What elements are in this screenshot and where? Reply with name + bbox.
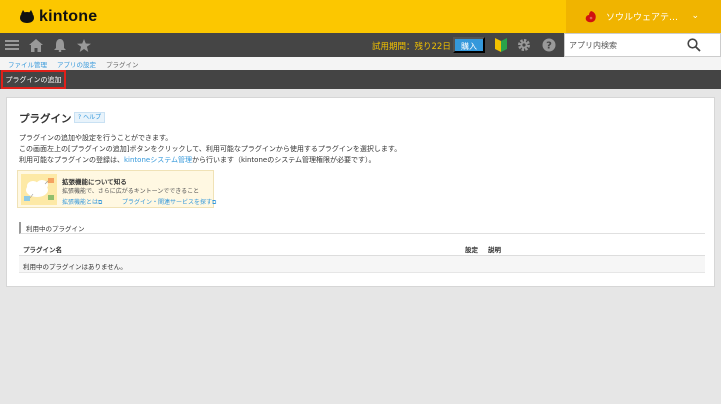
star-icon[interactable] [76,37,92,53]
search-input[interactable] [565,34,685,56]
bell-icon[interactable] [52,37,68,53]
find-plugins-link[interactable]: プラグイン・関連サービスを探す⧉ [122,197,216,207]
kintone-cat-icon [20,10,34,23]
gear-icon[interactable] [516,37,532,53]
trial-period-text: 試用期間：残り22日 [372,42,451,52]
org-menu[interactable]: ソウルウェアテ… ⌄ [566,0,721,33]
beginner-mark-icon[interactable] [493,37,509,53]
section-header: 利用中のプラグイン [19,222,705,234]
column-header-settings: 設定 [465,246,478,254]
breadcrumb: ファイル管理 アプリの設定 プラグイン [0,57,721,70]
org-name: ソウルウェアテ… [606,13,679,23]
home-icon[interactable] [28,37,44,53]
column-header-plugin-name: プラグイン名 [23,246,62,254]
breadcrumb-file-management[interactable]: ファイル管理 [8,59,47,69]
description-line-2: この画面左上の[プラグインの追加]ボタンをクリックして、利用可能なプラグインから… [19,145,402,153]
extensions-info-card: 拡張機能について知る 拡張機能で、さらに広がるキントーンでできること 拡張機能と… [17,170,216,208]
description-line-3: 利用可能なプラグインの登録は、kintoneシステム管理から行います（kinto… [19,155,376,165]
org-logo-icon [585,10,596,22]
menu-icon[interactable] [4,37,20,53]
breadcrumb-current: プラグイン [106,61,139,69]
description-text: 利用可能なプラグインの登録は、 [19,156,124,164]
extensions-illustration-icon [21,174,57,205]
svg-text:?: ? [546,41,552,52]
card-text: 拡張機能で、さらに広がるキントーンでできること [62,188,200,195]
empty-message: 利用中のプラグインはありません。 [23,263,127,271]
kintone-logo[interactable]: kintone [18,8,97,26]
plugin-panel: プラグイン ? ヘルプ プラグインの追加や設定を行うことができます。 この画面左… [6,97,715,287]
description-text-end: から行います（kintoneのシステム管理権限が必要です）。 [192,156,376,164]
description-line-1: プラグインの追加や設定を行うことができます。 [19,134,173,142]
table-row: 利用中のプラグインはありません。 [19,256,705,273]
chevron-down-icon: ⌄ [691,11,699,21]
section-title: 利用中のプラグイン [26,225,85,233]
search-icon[interactable] [687,37,703,53]
about-extensions-link[interactable]: 拡張機能とは⧉ [62,197,102,207]
system-admin-link[interactable]: kintoneシステム管理 [124,156,192,164]
breadcrumb-app-settings[interactable]: アプリの設定 [57,59,96,69]
top-header: kintone ソウルウェアテ… ⌄ [0,0,721,33]
card-title: 拡張機能について知る [62,178,127,186]
column-header-description: 説明 [488,246,501,254]
brand-name: kintone [39,8,98,25]
action-bar [0,70,721,89]
add-plugin-button[interactable]: プラグインの追加 [1,70,66,89]
app-search [564,33,721,57]
help-icon[interactable]: ? [541,37,557,53]
purchase-button[interactable]: 購入 [453,37,485,53]
help-link[interactable]: ? ヘルプ [74,112,106,123]
page-title: プラグイン [19,113,72,125]
